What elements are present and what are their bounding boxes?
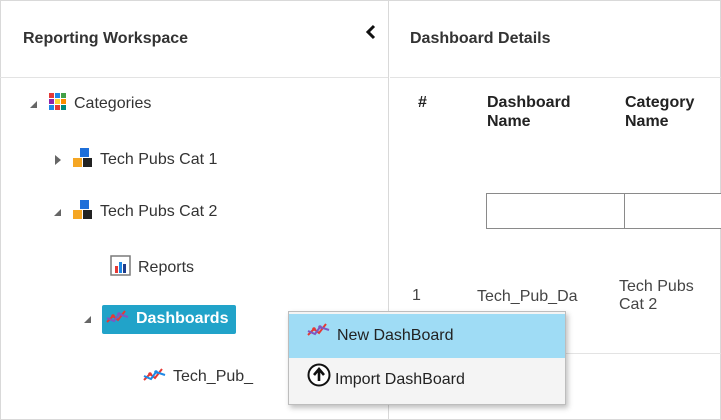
dashboard-icon xyxy=(106,308,130,331)
import-arrow-icon xyxy=(307,363,331,392)
menu-item-label: New DashBoard xyxy=(337,327,454,344)
panel-title: Dashboard Details xyxy=(410,30,551,47)
column-header-category-name[interactable]: Category Name xyxy=(625,93,721,131)
panel-title: Reporting Workspace xyxy=(23,30,189,47)
tree-node-cat2[interactable]: Tech Pubs Cat 2 xyxy=(52,198,217,226)
expand-toggle[interactable] xyxy=(52,206,64,218)
dashboard-icon xyxy=(143,366,167,389)
tree-label: Reports xyxy=(138,259,195,276)
report-chart-icon xyxy=(110,254,132,282)
menu-item-new-dashboard[interactable]: New DashBoard xyxy=(289,314,565,358)
right-panel-header: Dashboard Details xyxy=(390,0,721,78)
tree-node-dashboards[interactable]: Dashboards xyxy=(82,304,237,334)
tree-node-reports[interactable]: Reports xyxy=(110,254,194,282)
dashboard-icon xyxy=(307,321,333,344)
tree-label: Tech Pubs Cat 2 xyxy=(100,203,218,220)
left-panel-header: Reporting Workspace xyxy=(0,0,388,78)
column-header-index[interactable]: # xyxy=(418,93,427,112)
tree-node-cat1[interactable]: Tech Pubs Cat 1 xyxy=(52,146,217,174)
row-dashboard-name-cell[interactable]: Tech_Pub_Da xyxy=(477,288,619,306)
tree-label: Tech Pubs Cat 1 xyxy=(100,151,218,168)
collapsed-toggle[interactable] xyxy=(52,154,64,166)
chevron-left-icon xyxy=(365,24,376,40)
tree-node-categories[interactable]: Categories xyxy=(28,90,151,118)
tree-label: Dashboards xyxy=(136,310,229,327)
tree-label: Categories xyxy=(74,95,152,112)
category-folder-icon xyxy=(72,199,94,226)
row-index-cell: 1 xyxy=(412,287,421,304)
row-category-name-cell: Tech Pubs Cat 2 xyxy=(619,278,694,313)
menu-item-label: Import DashBoard xyxy=(335,371,465,388)
category-folder-icon xyxy=(72,147,94,174)
expand-toggle[interactable] xyxy=(82,313,94,325)
category-name-filter-input[interactable] xyxy=(624,193,721,229)
selected-dashboards-node[interactable]: Dashboards xyxy=(102,304,237,334)
expand-toggle[interactable] xyxy=(28,98,40,110)
column-header-dashboard-name[interactable]: Dashboard Name xyxy=(487,93,597,131)
collapse-panel-button[interactable] xyxy=(364,24,378,40)
tree-node-dashboard-item[interactable]: Tech_Pub_ xyxy=(143,363,253,391)
context-menu: New DashBoard Import DashBoard xyxy=(288,311,566,405)
menu-item-import-dashboard[interactable]: Import DashBoard xyxy=(289,358,565,402)
dashboard-name-filter-input[interactable] xyxy=(486,193,626,229)
tree-label: Tech_Pub_ xyxy=(173,368,254,385)
categories-grid-icon xyxy=(48,92,68,117)
